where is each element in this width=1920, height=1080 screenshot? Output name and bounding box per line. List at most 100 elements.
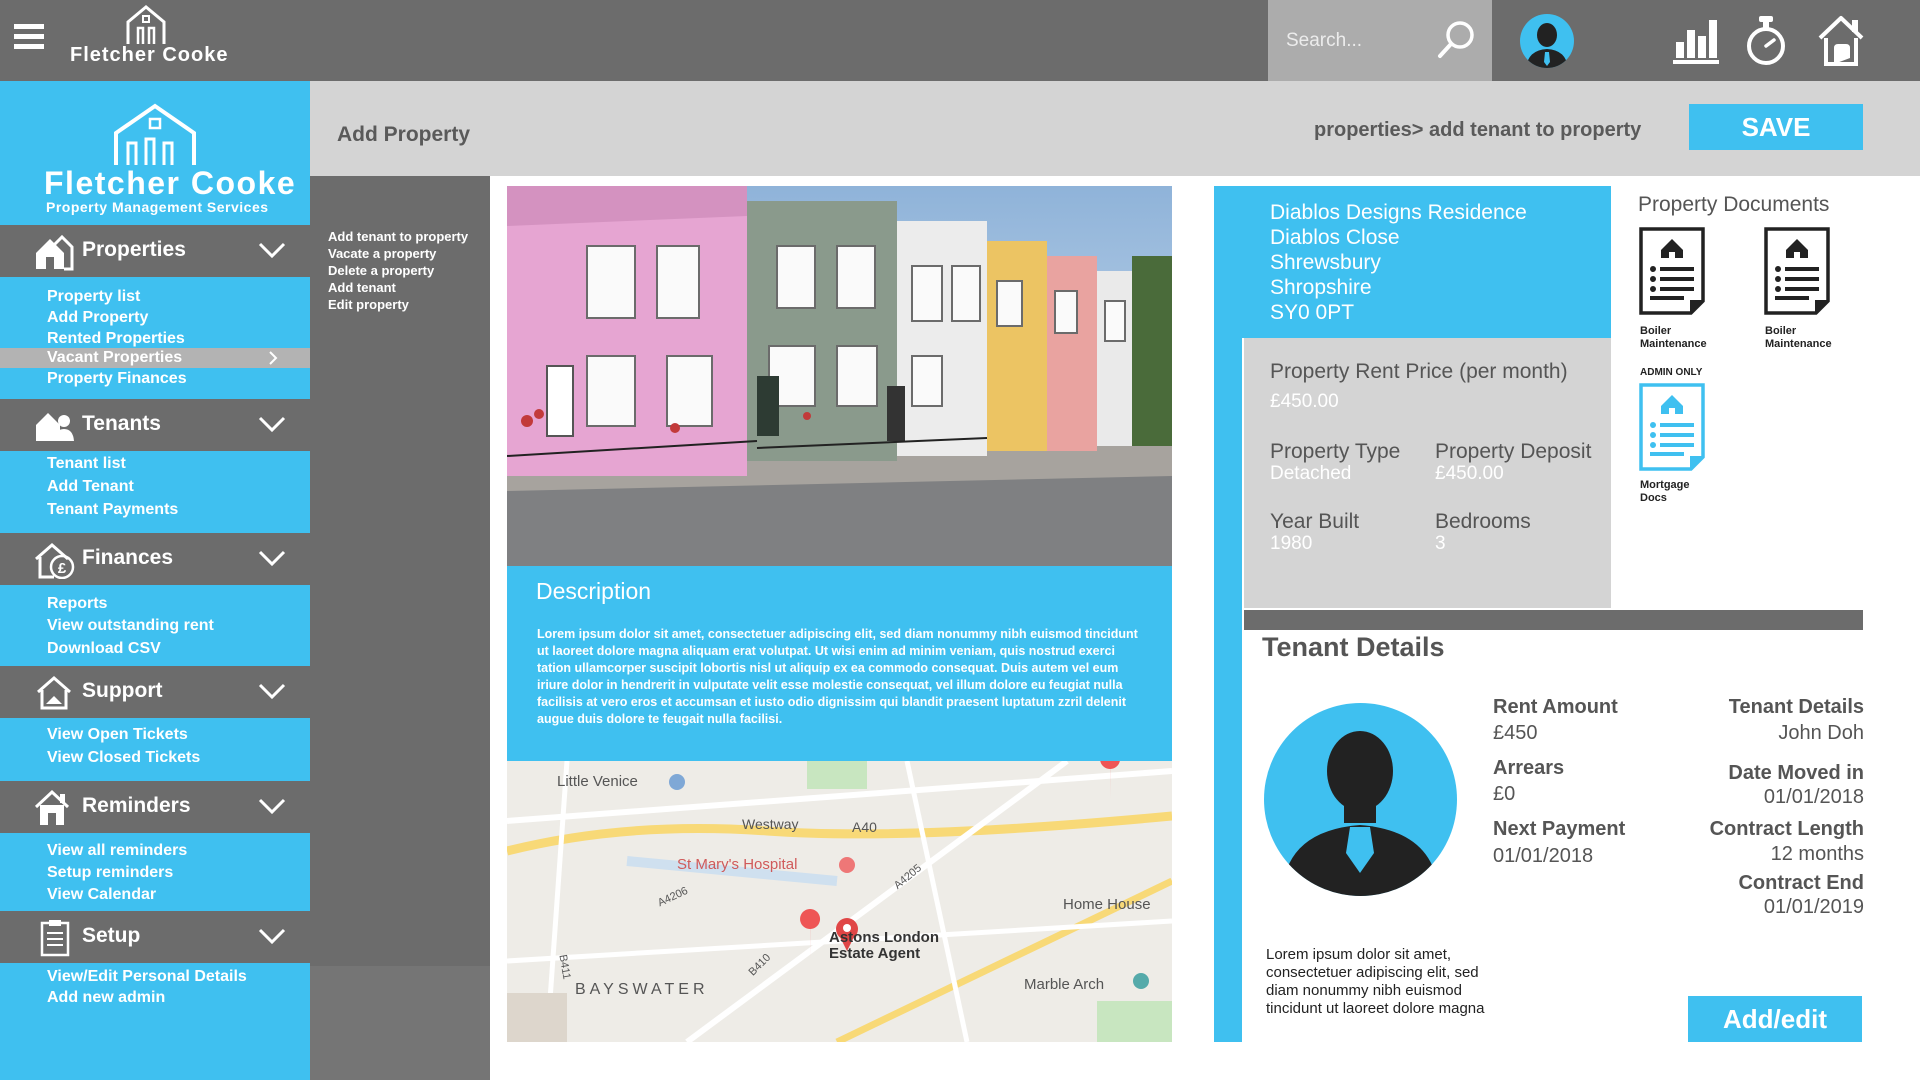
stopwatch-icon[interactable] (1744, 14, 1788, 68)
sidebar-item-download-csv[interactable]: Download CSV (47, 640, 161, 658)
property-address: Diablos Designs Residence Diablos Close … (1242, 186, 1611, 338)
finance-house-icon: £ (35, 543, 75, 579)
sidebar-section-setup[interactable]: Setup (0, 911, 310, 963)
sidebar-item-property-list[interactable]: Property list (47, 288, 140, 306)
menu-icon[interactable] (14, 24, 44, 50)
sidebar-item-rented-properties[interactable]: Rented Properties (47, 330, 185, 348)
brand-name: Fletcher Cooke (70, 44, 229, 66)
sidebar-item-reports[interactable]: Reports (47, 595, 107, 613)
map-label: Estate Agent (829, 945, 921, 962)
sidebar-item-open-tickets[interactable]: View Open Tickets (47, 726, 188, 744)
tenant-avatar[interactable] (1264, 703, 1457, 896)
top-logo[interactable]: Fletcher Cooke (66, 4, 229, 74)
chevron-down-icon[interactable] (258, 927, 286, 945)
sidebar: Fletcher Cooke Property Management Servi… (0, 81, 310, 1080)
chevron-down-icon[interactable] (258, 682, 286, 700)
terrace-houses-image (507, 186, 1172, 566)
sidebar-section-properties[interactable]: Properties (0, 225, 310, 277)
sidebar-item-view-calendar[interactable]: View Calendar (47, 886, 156, 904)
sidebar-item-closed-tickets[interactable]: View Closed Tickets (47, 749, 200, 767)
search-box (1268, 0, 1492, 81)
document-icon (1639, 383, 1705, 471)
sidebar-item-personal-details[interactable]: View/Edit Personal Details (47, 968, 247, 986)
save-button[interactable]: SAVE (1689, 104, 1863, 150)
action-vacate-property[interactable]: Vacate a property (328, 246, 436, 261)
address-line: Shrewsbury (1270, 251, 1381, 274)
breadcrumb[interactable]: properties> add tenant to property (1314, 119, 1641, 142)
search-icon[interactable] (1433, 16, 1479, 62)
address-line: Shropshire (1270, 276, 1372, 299)
documents-title: Property Documents (1638, 193, 1830, 216)
section-divider (1244, 610, 1863, 630)
reminder-house-icon (34, 789, 70, 825)
sidebar-item-add-tenant[interactable]: Add Tenant (47, 478, 134, 496)
sidebar-item-tenant-payments[interactable]: Tenant Payments (47, 501, 178, 519)
document-label: Boiler (1765, 325, 1797, 337)
rent-amount-label: Rent Amount (1493, 696, 1618, 718)
sidebar-item-label: Vacant Properties (47, 349, 183, 366)
page-title: Add Property (337, 123, 471, 146)
tenants-icon (36, 413, 74, 441)
sidebar-item-vacant-properties[interactable]: Vacant Properties (0, 348, 310, 368)
rent-amount-value: £450 (1493, 722, 1538, 744)
chart-icon[interactable] (1672, 14, 1720, 66)
tenant-name-label: Tenant Details (1728, 696, 1864, 718)
chevron-right-icon (269, 351, 278, 365)
sidebar-section-tenants[interactable]: Tenants (0, 399, 310, 451)
sidebar-item-tenant-list[interactable]: Tenant list (47, 455, 126, 473)
support-icon (37, 676, 71, 710)
sidebar-logo[interactable]: Fletcher Cooke Property Management Servi… (0, 81, 310, 225)
contract-end-label: Contract End (1738, 872, 1864, 894)
actions-panel: Add tenant to property Vacate a property… (310, 176, 490, 1080)
sidebar-item-add-property[interactable]: Add Property (47, 309, 148, 327)
deposit-label: Property Deposit (1435, 440, 1592, 463)
chevron-down-icon[interactable] (258, 549, 286, 567)
action-edit-property[interactable]: Edit property (328, 297, 409, 312)
sidebar-section-finances[interactable]: £ Finances (0, 533, 310, 585)
chevron-down-icon[interactable] (258, 797, 286, 815)
sidebar-item-setup-reminders[interactable]: Setup reminders (47, 864, 173, 882)
chevron-down-icon[interactable] (258, 415, 286, 433)
description-heading: Description (536, 578, 652, 604)
sidebar-item-property-finances[interactable]: Property Finances (47, 370, 187, 388)
document-boiler-2[interactable]: Boiler Maintenance (1763, 226, 1863, 356)
document-boiler-1[interactable]: Boiler Maintenance (1638, 226, 1738, 356)
document-icon (1764, 227, 1830, 315)
search-input[interactable] (1286, 24, 1436, 58)
map-label: Little Venice (557, 773, 638, 790)
document-label: Mortgage (1640, 479, 1690, 491)
house-hand-icon[interactable] (1816, 14, 1866, 68)
action-add-tenant[interactable]: Add tenant (328, 280, 396, 295)
sidebar-item-outstanding-rent[interactable]: View outstanding rent (47, 617, 214, 635)
contract-length-value: 12 months (1770, 843, 1864, 865)
add-edit-button[interactable]: Add/edit (1688, 996, 1862, 1042)
action-delete-property[interactable]: Delete a property (328, 263, 434, 278)
sidebar-item-add-admin[interactable]: Add new admin (47, 989, 165, 1007)
tenant-details-title: Tenant Details (1262, 632, 1445, 662)
property-type-label: Property Type (1270, 440, 1401, 463)
action-add-tenant-to-property[interactable]: Add tenant to property (328, 229, 468, 244)
admin-only-label: ADMIN ONLY (1640, 367, 1703, 378)
next-payment-label: Next Payment (1493, 818, 1626, 840)
map-label: A40 (852, 819, 877, 835)
chevron-down-icon[interactable] (258, 241, 286, 259)
map-label: Marble Arch (1024, 976, 1105, 993)
user-icon (1526, 23, 1568, 68)
arrears-label: Arrears (1493, 757, 1565, 779)
user-avatar[interactable] (1520, 14, 1574, 68)
location-map[interactable]: Little Venice Westway A40 St Mary's Hosp… (507, 761, 1172, 1042)
description-panel: Description Lorem ipsum dolor sit amet, … (507, 566, 1172, 761)
sidebar-item-all-reminders[interactable]: View all reminders (47, 842, 187, 860)
date-moved-in-label: Date Moved in (1728, 762, 1864, 784)
map-label: St Mary's Hospital (677, 856, 798, 873)
map-label: Westway (742, 816, 799, 832)
sidebar-section-label: Properties (82, 238, 186, 261)
sidebar-section-reminders[interactable]: Reminders (0, 781, 310, 833)
page-header: Add Property properties> add tenant to p… (310, 81, 1920, 176)
document-mortgage[interactable]: Mortgage Docs (1638, 382, 1738, 512)
date-moved-in-value: 01/01/2018 (1763, 786, 1864, 808)
address-line: Diablos Designs Residence (1270, 201, 1527, 224)
address-line: Diablos Close (1270, 226, 1400, 249)
sidebar-section-support[interactable]: Support (0, 666, 310, 718)
deposit-value: £450.00 (1435, 463, 1504, 484)
